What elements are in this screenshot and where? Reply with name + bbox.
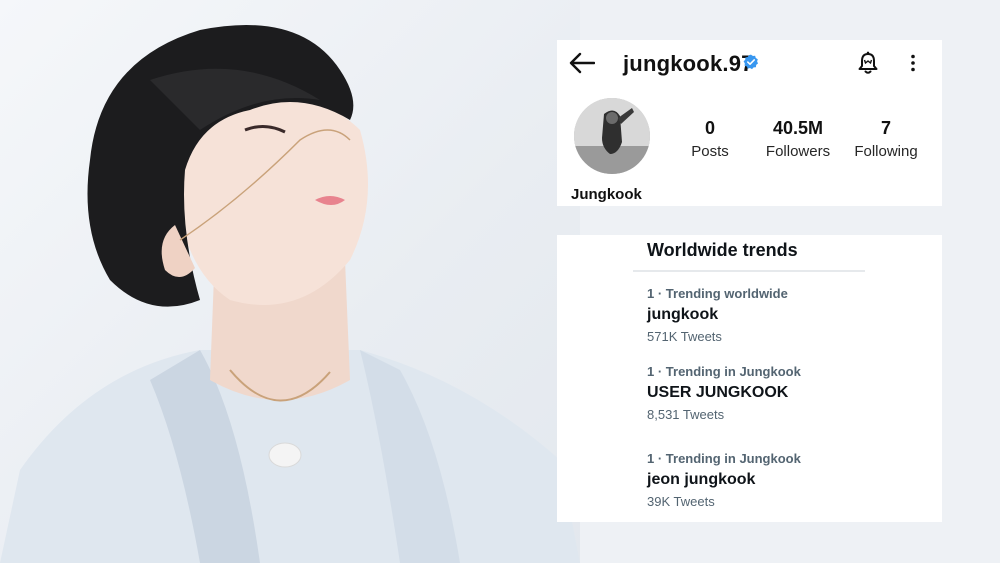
trend-count: 39K Tweets (647, 494, 715, 509)
trend-count: 571K Tweets (647, 329, 722, 344)
trend-context: 1 · Trending in Jungkook (647, 364, 801, 379)
trend-count: 8,531 Tweets (647, 407, 725, 422)
trend-item[interactable]: 1 · Trending in Jungkook USER JUNGKOOK 8… (647, 364, 801, 422)
profile-avatar[interactable] (574, 98, 650, 174)
stat-posts[interactable]: 0 Posts (683, 118, 737, 160)
stat-value: 7 (880, 118, 891, 138)
trend-context: 1 · Trending in Jungkook (647, 451, 801, 466)
profile-card: jungkook.97 0 Posts 40.5M Followers 7 Fo… (557, 40, 942, 206)
trend-name: jeon jungkook (647, 471, 756, 488)
trends-title: Worldwide trends (647, 240, 798, 260)
stat-following[interactable]: 7 Following (851, 118, 921, 160)
portrait-illustration (0, 25, 580, 563)
bell-icon[interactable] (857, 51, 879, 75)
trend-name: USER JUNGKOOK (647, 384, 789, 401)
stat-label: Posts (691, 143, 729, 160)
profile-handle: jungkook.97 (623, 51, 754, 76)
stat-value: 0 (704, 118, 715, 138)
more-vertical-icon[interactable] (903, 53, 923, 73)
trend-context: 1 · Trending worldwide (647, 286, 788, 301)
arrow-left-icon[interactable] (569, 52, 595, 74)
profile-display-name: Jungkook (571, 186, 642, 203)
trend-name: jungkook (647, 306, 719, 323)
stat-label: Followers (765, 143, 831, 160)
stat-value: 40.5M (772, 118, 824, 138)
trends-card: Worldwide trends 1 · Trending worldwide … (557, 235, 942, 522)
portrait-photo (0, 0, 580, 563)
verified-badge-icon (743, 54, 758, 70)
trends-divider (633, 270, 865, 272)
trend-item[interactable]: 1 · Trending in Jungkook jeon jungkook 3… (647, 451, 801, 509)
trend-item[interactable]: 1 · Trending worldwide jungkook 571K Twe… (647, 286, 788, 344)
avatar-image (574, 98, 650, 174)
stat-followers[interactable]: 40.5M Followers (763, 118, 833, 160)
stat-label: Following (854, 143, 918, 160)
